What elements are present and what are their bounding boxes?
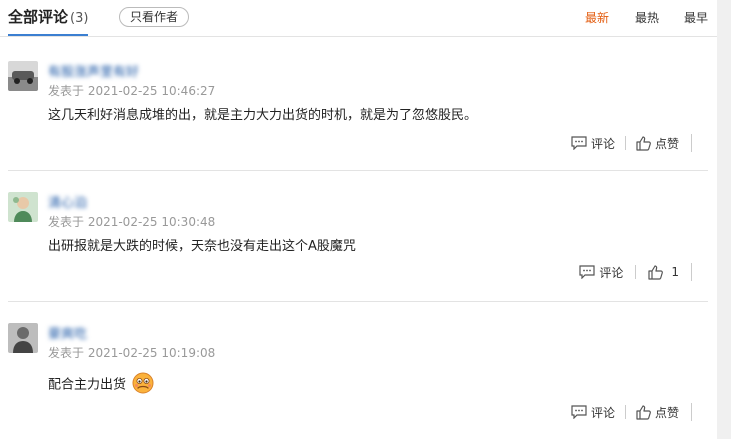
divider [624,405,626,419]
reply-label: 评论 [599,265,624,280]
like-label: 点赞 [654,136,679,151]
sort-earliest[interactable]: 最早 [684,9,708,26]
reply-button[interactable]: 评论 [571,404,615,421]
avatar[interactable] [8,61,38,91]
thumbs-up-icon [636,135,651,151]
comment-username[interactable]: 有股涨声里有好 [48,61,139,80]
divider [691,263,692,281]
divider [691,134,692,152]
reply-button[interactable]: 评论 [579,264,623,281]
like-button[interactable]: 点赞 [636,135,679,152]
comment-item: 有股涨声里有好 发表于 2021-02-25 10:46:27 这几天利好消息成… [8,61,708,171]
worried-face-emoji [132,372,154,398]
comment-username[interactable]: 豪爽吃 [48,323,87,342]
comment-content-row: 配合主力出货 [48,372,154,398]
comment-actions: 评论 点赞 [571,134,692,152]
comment-content: 配合主力出货 [48,377,127,393]
comment-item: 豪爽吃 发表于 2021-02-25 10:19:08 配合主力出货 评论 点赞 [8,323,708,439]
sort-hottest[interactable]: 最热 [635,9,659,26]
avatar[interactable] [8,323,38,353]
comment-item: 清心泊 发表于 2021-02-25 10:30:48 出研报就是大跌的时候，天… [8,192,708,302]
comment-time: 发表于 2021-02-25 10:46:27 [48,84,216,98]
divider [691,403,692,421]
reply-label: 评论 [590,405,615,420]
comment-actions: 评论 点赞 [571,403,692,421]
like-button[interactable]: 1 [648,264,679,280]
thumbs-up-icon [636,404,651,420]
comment-time: 发表于 2021-02-25 10:19:08 [48,346,216,360]
author-only-button[interactable]: 只看作者 [119,7,190,27]
divider [635,265,637,279]
reply-label: 评论 [590,136,615,151]
like-button[interactable]: 点赞 [636,404,679,421]
sort-newest[interactable]: 最新 [585,9,609,26]
like-count: 1 [671,265,679,279]
comment-icon [571,405,587,419]
thumbs-up-icon [648,264,664,280]
comment-icon [579,265,595,279]
divider [624,136,626,150]
comments-count: (3) [70,11,89,26]
comments-header: 全部评论 (3) 只看作者 最新 最热 最早 [0,0,717,37]
comments-title: 全部评论 [8,8,69,26]
comment-icon [571,136,587,150]
comment-time: 发表于 2021-02-25 10:30:48 [48,215,216,229]
tab-all-comments[interactable]: 全部评论 (3) [8,6,89,36]
comment-username[interactable]: 清心泊 [48,192,87,211]
comment-content: 出研报就是大跌的时候，天奈也没有走出这个A股魔咒 [48,239,356,254]
avatar[interactable] [8,192,38,222]
reply-button[interactable]: 评论 [571,135,615,152]
comment-content: 这几天利好消息成堆的出，就是主力大力出货的时机，就是为了忽悠股民。 [48,108,478,123]
like-label: 点赞 [654,405,679,420]
comment-actions: 评论 1 [579,263,692,281]
scrollbar[interactable] [717,0,731,439]
